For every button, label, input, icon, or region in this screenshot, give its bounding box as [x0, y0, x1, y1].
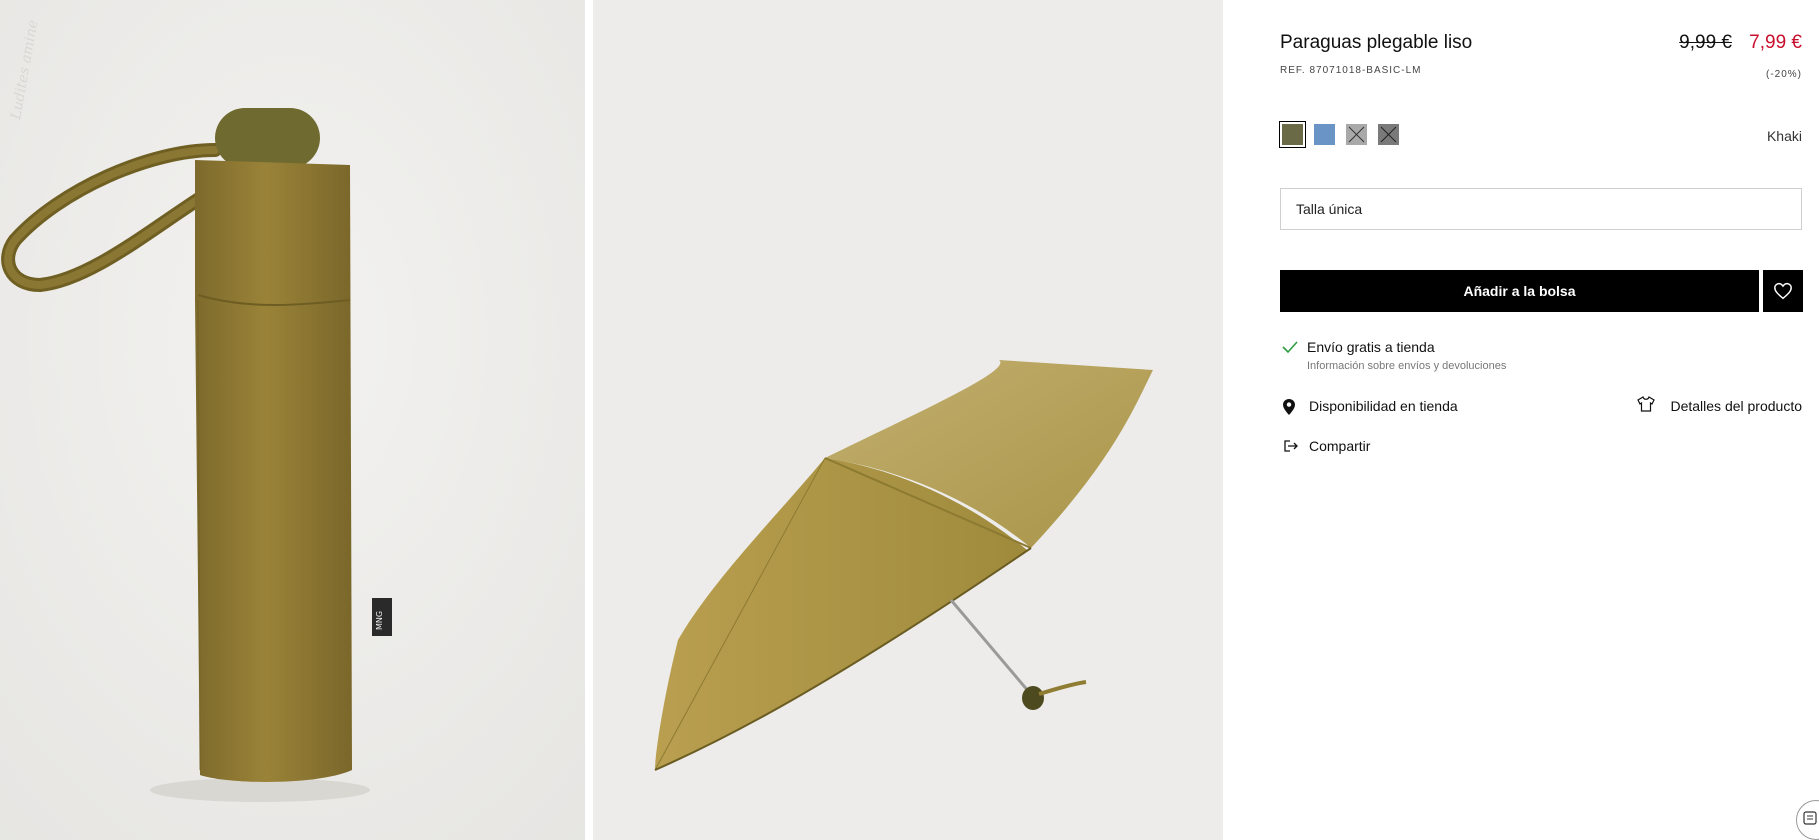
favorite-button[interactable] — [1763, 270, 1803, 312]
product-title: Paraguas plegable liso — [1280, 32, 1473, 53]
product-photo-folded[interactable]: Ludites amine MNG — [0, 0, 585, 840]
add-to-bag-button[interactable]: Añadir a la bolsa — [1280, 270, 1759, 312]
swatch-grey-unavailable[interactable] — [1346, 124, 1367, 145]
selected-color-name: Khaki — [1766, 128, 1802, 144]
tshirt-icon — [1637, 396, 1655, 412]
product-reference: REF. 87071018-BASIC-LM — [1280, 65, 1422, 76]
check-icon — [1282, 341, 1298, 354]
sale-price: 7,99 € — [1749, 32, 1802, 53]
swatch-blue[interactable] — [1314, 124, 1335, 145]
folded-umbrella-image: Ludites amine MNG — [0, 0, 585, 840]
free-shipping-text: Envío gratis a tienda — [1307, 339, 1435, 355]
size-selector[interactable]: Talla única — [1280, 188, 1802, 230]
swatch-khaki[interactable] — [1279, 121, 1306, 148]
swatch-darkgrey-unavailable[interactable] — [1378, 124, 1399, 145]
original-price: 9,99 € — [1679, 32, 1732, 53]
heart-icon — [1774, 282, 1792, 300]
location-pin-icon — [1283, 399, 1295, 415]
product-photo-open[interactable] — [593, 0, 1223, 840]
share-icon — [1284, 440, 1298, 452]
unavailable-cross-icon — [1380, 126, 1397, 143]
product-info-panel: Paraguas plegable liso REF. 87071018-BAS… — [1223, 0, 1819, 840]
open-umbrella-image — [593, 0, 1223, 840]
share-link[interactable]: Compartir — [1309, 438, 1370, 454]
discount-badge: (-20%) — [1765, 69, 1802, 80]
unavailable-cross-icon — [1348, 126, 1365, 143]
svg-text:MNG: MNG — [375, 611, 384, 630]
shipping-info-link[interactable]: Información sobre envíos y devoluciones — [1307, 360, 1506, 372]
store-availability-link[interactable]: Disponibilidad en tienda — [1309, 398, 1458, 414]
chat-icon — [1803, 811, 1817, 825]
product-details-link[interactable]: Detalles del producto — [1670, 398, 1802, 414]
color-swatches — [1279, 121, 1399, 148]
